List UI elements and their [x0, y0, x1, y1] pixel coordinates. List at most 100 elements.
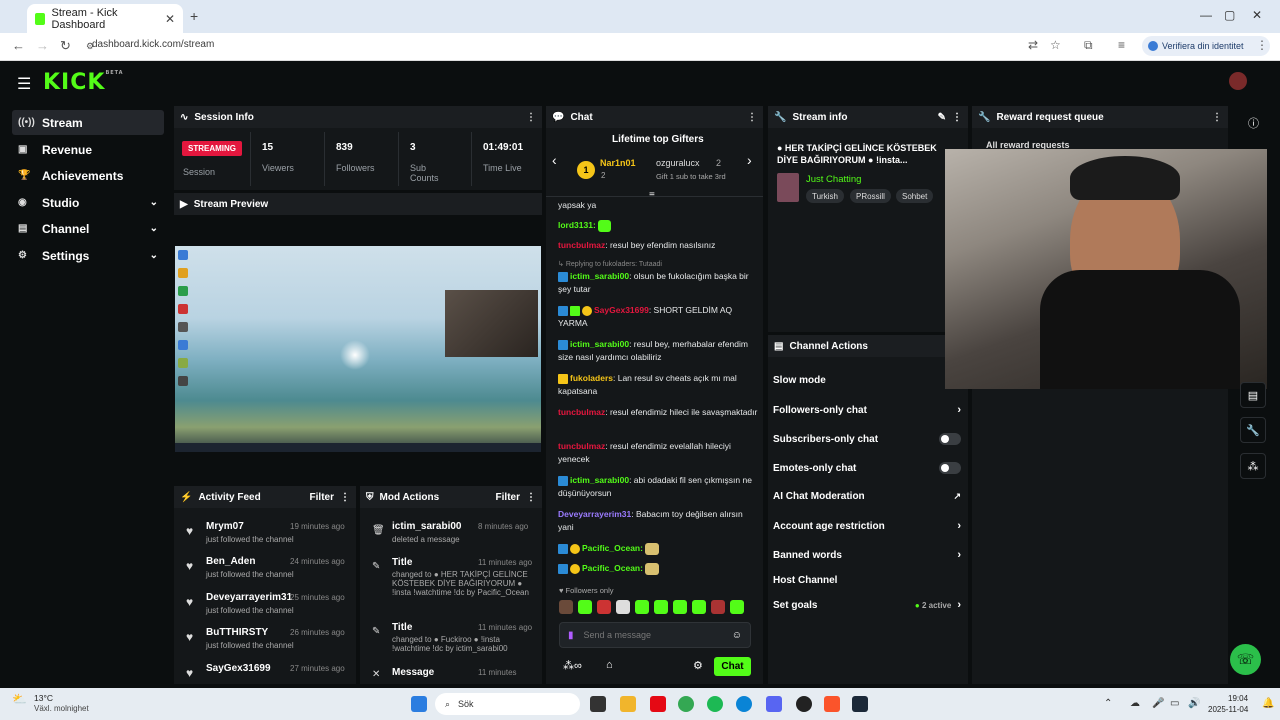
edge-icon[interactable] — [736, 696, 752, 712]
more-options-icon[interactable]: ⋮ — [1212, 112, 1222, 123]
help-chat-button[interactable]: ☏ — [1230, 644, 1261, 675]
emotes-only-toggle[interactable] — [939, 462, 961, 474]
more-options-icon[interactable]: ⋮ — [747, 112, 757, 123]
chat-username[interactable]: ictim_sarabi00 — [570, 475, 629, 485]
chat-username[interactable]: SayGex31699 — [594, 305, 649, 315]
rail-layout-icon[interactable]: ▤ — [1240, 382, 1266, 408]
browser-tab[interactable]: Stream - Kick Dashboard ✕ — [27, 4, 183, 33]
sidebar-item-stream[interactable]: ((•)) Stream — [12, 110, 164, 135]
followers-only-item[interactable]: Followers-only chat › — [773, 404, 961, 416]
chrome-icon[interactable] — [678, 696, 694, 712]
gifter1-name[interactable]: Nar1n01 — [600, 158, 636, 168]
subscribers-only-toggle[interactable] — [939, 433, 961, 445]
chat-username[interactable]: fukoladers — [570, 373, 613, 383]
emote-icon[interactable] — [730, 600, 744, 614]
chat-username[interactable]: Pacific_Ocean: — [582, 543, 643, 553]
notification-icon[interactable]: 🔔 — [1262, 698, 1274, 709]
edit-icon[interactable]: ✎ — [938, 112, 946, 123]
category-name[interactable]: Just Chatting — [806, 174, 861, 185]
rail-share-icon[interactable]: ⁂ — [1240, 453, 1266, 479]
url-field[interactable]: dashboard.kick.com/stream — [92, 39, 214, 50]
points-icon[interactable]: ⁂∞ — [563, 659, 582, 672]
netflix-icon[interactable] — [650, 696, 666, 712]
more-options-icon[interactable]: ⋮ — [526, 492, 536, 503]
chat-username[interactable]: tuncbulmaz — [558, 441, 605, 451]
microphone-icon[interactable]: ▮ — [568, 630, 574, 641]
slow-mode-item[interactable]: Slow mode — [773, 375, 961, 386]
obs-icon[interactable] — [796, 696, 812, 712]
activity-username[interactable]: Mrym07 — [206, 521, 244, 532]
translate-icon[interactable]: ⇄ — [1028, 38, 1038, 52]
forward-icon[interactable]: → — [36, 38, 49, 53]
activity-username[interactable]: BuTTHIRSTY — [206, 627, 268, 638]
more-options-icon[interactable]: ⋮ — [526, 112, 536, 123]
extensions-icon[interactable]: ⧉ — [1084, 38, 1093, 53]
activity-username[interactable]: Deveyarrayerim31 — [206, 592, 292, 603]
close-window-icon[interactable]: ✕ — [1252, 8, 1262, 22]
verify-identity-button[interactable]: Verifiera din identitet — [1142, 36, 1270, 56]
sidebar-item-studio[interactable]: ◉ Studio ⌄ — [12, 190, 164, 215]
task-view-icon[interactable] — [590, 696, 606, 712]
host-channel-item[interactable]: Host Channel — [773, 575, 961, 586]
banned-words-item[interactable]: Banned words › — [773, 549, 961, 561]
reload-icon[interactable]: ↻ — [60, 38, 71, 54]
taskbar-search[interactable]: ⌕ Sök — [435, 693, 580, 715]
emotes-only-item[interactable]: Emotes-only chat — [773, 462, 961, 474]
chat-input[interactable]: ▮ Send a message ☺ — [559, 622, 751, 648]
sidebar-item-settings[interactable]: ⚙ Settings ⌄ — [12, 243, 164, 268]
chat-username[interactable]: tuncbulmaz — [558, 407, 605, 417]
sidebar-item-achievements[interactable]: 🏆 Achievements — [12, 163, 164, 188]
chat-settings-icon[interactable]: ⚙ — [693, 659, 703, 672]
emoji-icon[interactable]: ☺ — [732, 630, 742, 641]
emote-icon[interactable] — [635, 600, 649, 614]
activity-username[interactable]: SayGex31699 — [206, 663, 271, 674]
store-icon[interactable]: ⌂ — [606, 659, 613, 671]
hamburger-menu-icon[interactable]: ☰ — [17, 74, 31, 94]
file-explorer-icon[interactable] — [620, 696, 636, 712]
menu-icon[interactable]: ⋮ — [1256, 38, 1268, 52]
gifter2-name[interactable]: ozguralucx — [656, 158, 700, 168]
more-options-icon[interactable]: ⋮ — [952, 112, 962, 123]
chat-username[interactable]: lord3131: — [558, 220, 596, 230]
mod-username[interactable]: ictim_sarabi00 — [392, 521, 462, 532]
user-avatar[interactable] — [1229, 72, 1247, 90]
info-icon[interactable]: ⓘ — [1248, 115, 1259, 131]
windows-start-icon[interactable] — [411, 696, 427, 712]
weather-icon[interactable]: ⛅ — [12, 692, 27, 706]
chat-username[interactable]: Pacific_Ocean: — [582, 563, 643, 573]
emote-icon[interactable] — [673, 600, 687, 614]
emote-icon[interactable] — [654, 600, 668, 614]
new-tab-icon[interactable]: + — [190, 8, 198, 24]
emote-icon[interactable] — [711, 600, 725, 614]
mod-filter-button[interactable]: Filter — [496, 492, 520, 503]
steam-icon[interactable] — [852, 696, 868, 712]
rail-wrench-icon[interactable]: 🔧 — [1240, 417, 1266, 443]
minimize-icon[interactable]: — — [1200, 8, 1212, 22]
emote-icon[interactable] — [578, 600, 592, 614]
kick-logo[interactable]: KICKBETA — [43, 70, 124, 95]
discord-icon[interactable] — [766, 696, 782, 712]
emote-icon[interactable] — [616, 600, 630, 614]
spotify-icon[interactable] — [707, 696, 723, 712]
more-options-icon[interactable]: ⋮ — [340, 492, 350, 503]
clock-date[interactable]: 2025-11-04 — [1208, 705, 1248, 714]
back-icon[interactable]: ← — [12, 38, 25, 53]
gifters-next-icon[interactable]: › — [747, 152, 752, 168]
chat-username[interactable]: tuncbulmaz — [558, 240, 605, 250]
account-age-item[interactable]: Account age restriction › — [773, 520, 961, 532]
emote-icon[interactable] — [692, 600, 706, 614]
sidebar-item-revenue[interactable]: ▣ Revenue — [12, 137, 164, 162]
subscribers-only-item[interactable]: Subscribers-only chat — [773, 433, 961, 445]
set-goals-item[interactable]: Set goals ● 2 active › — [773, 599, 961, 611]
clock-time[interactable]: 19:04 — [1228, 694, 1248, 703]
chat-username[interactable]: ictim_sarabi00 — [570, 271, 629, 281]
microphone-tray-icon[interactable]: 🎤 — [1152, 698, 1164, 709]
tray-chevron-icon[interactable]: ⌃ — [1104, 698, 1112, 709]
network-icon[interactable]: ▭ — [1170, 698, 1179, 709]
emote-icon[interactable] — [597, 600, 611, 614]
chat-username[interactable]: ictim_sarabi00 — [570, 339, 629, 349]
bookmark-star-icon[interactable]: ☆ — [1050, 38, 1061, 52]
activity-filter-button[interactable]: Filter — [310, 492, 334, 503]
onedrive-icon[interactable]: ☁ — [1130, 698, 1140, 709]
activity-username[interactable]: Ben_Aden — [206, 556, 255, 567]
